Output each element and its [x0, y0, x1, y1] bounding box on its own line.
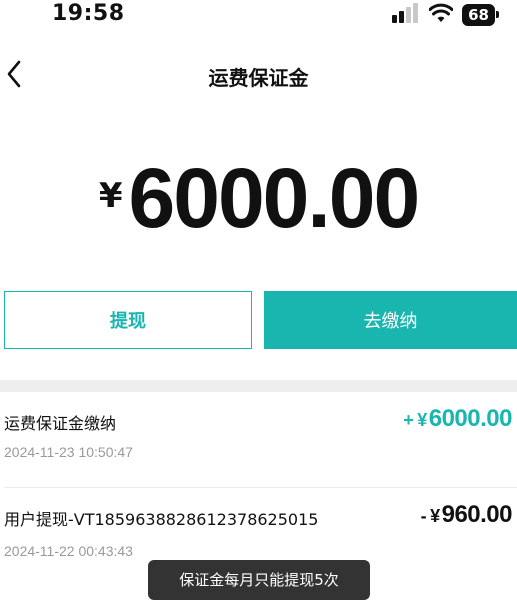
record-title: 运费保证金缴纳 [4, 414, 117, 433]
nav-bar: 运费保证金 [0, 46, 517, 104]
record-currency: ¥ [430, 506, 440, 526]
status-time: 19:58 [52, 1, 125, 26]
wifi-icon [428, 3, 454, 27]
balance-value: 6000.00 [128, 151, 421, 245]
section-divider [0, 380, 517, 392]
cellular-signal-icon [392, 3, 420, 27]
record-title: 用户提现-VT1859638828612378625015 [4, 510, 319, 529]
record-sign: + [403, 410, 414, 430]
record-value: 960.00 [441, 501, 513, 528]
record-item[interactable]: 运费保证金缴纳 2024-11-23 10:50:47 + ¥6000.00 [0, 392, 517, 488]
toast-message: 保证金每月只能提现5次 [148, 560, 370, 600]
record-currency: ¥ [417, 410, 427, 430]
battery-icon: 68 [462, 4, 499, 26]
record-amount: + ¥6000.00 [403, 405, 512, 433]
record-value: 6000.00 [428, 405, 513, 432]
record-amount: - ¥960.00 [420, 501, 513, 529]
record-time: 2024-11-23 10:50:47 [4, 444, 133, 460]
page-title: 运费保证金 [208, 66, 309, 90]
balance-amount: ¥6000.00 [0, 150, 517, 247]
record-sign: - [420, 506, 427, 526]
record-time: 2024-11-22 00:43:43 [4, 543, 133, 559]
balance-currency: ¥ [98, 176, 123, 216]
status-bar: 19:58 68 [0, 0, 517, 30]
withdraw-button[interactable]: 提现 [4, 291, 252, 349]
pay-button[interactable]: 去缴纳 [264, 291, 517, 349]
status-icons: 68 [392, 3, 499, 27]
